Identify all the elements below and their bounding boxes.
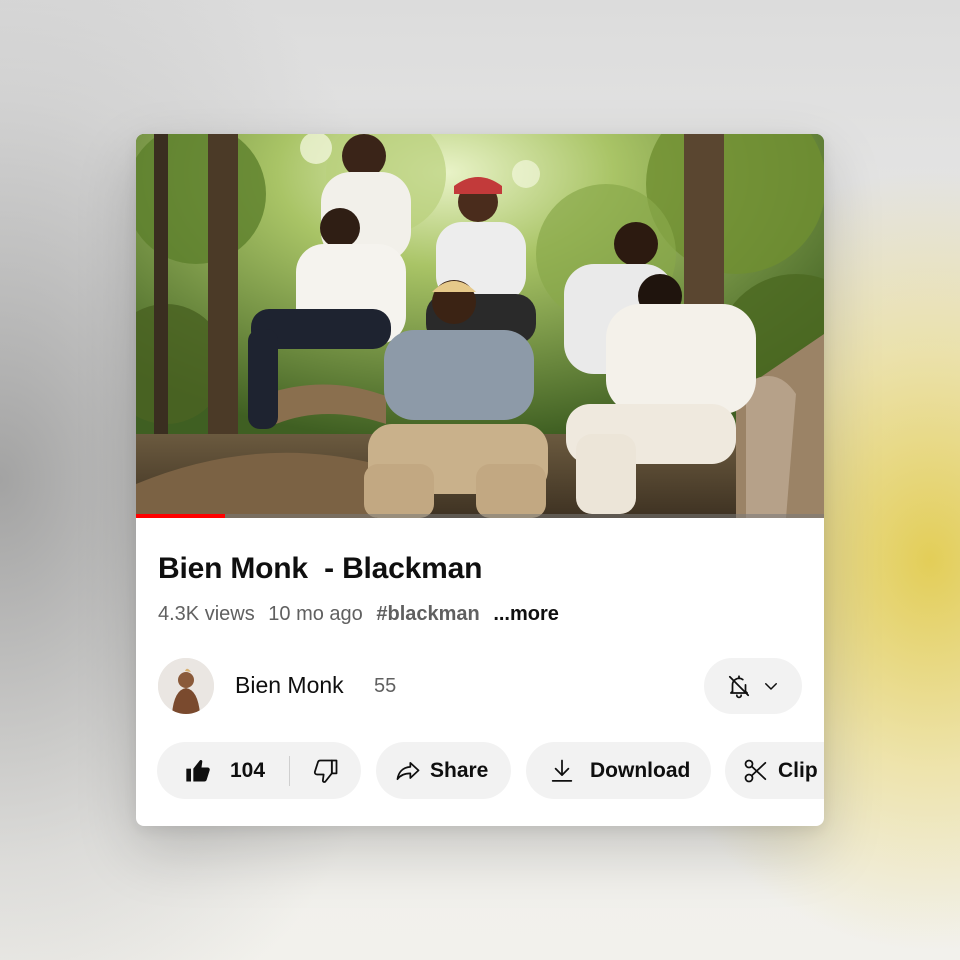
like-dislike-group: 104 [157, 742, 361, 799]
clip-label: Clip [778, 758, 818, 782]
download-icon [548, 757, 576, 785]
video-player[interactable] [136, 134, 824, 518]
hashtag-link[interactable]: #blackman [376, 603, 479, 625]
video-card: Bien Monk - Blackman 4.3K views 10 mo ag… [136, 134, 824, 826]
view-count: 4.3K views [158, 603, 255, 625]
channel-name[interactable]: Bien Monk [235, 672, 344, 699]
thumbs-up-icon [184, 757, 212, 785]
clip-button[interactable]: Clip [725, 742, 824, 799]
subscriber-count: 55 [374, 675, 397, 697]
like-count: 104 [230, 758, 266, 782]
thumbs-down-icon [312, 757, 340, 785]
download-label: Download [590, 758, 691, 782]
share-label: Share [430, 758, 489, 782]
dislike-button[interactable] [290, 742, 361, 799]
more-description-link[interactable]: ...more [493, 603, 559, 625]
video-thumbnail [136, 134, 824, 518]
video-title: Bien Monk - Blackman [158, 552, 483, 585]
channel-avatar[interactable] [158, 658, 214, 714]
chevron-down-icon [762, 677, 780, 695]
scissors-icon [742, 757, 770, 785]
progress-bar-fill [136, 514, 226, 518]
share-icon [394, 757, 422, 785]
like-button[interactable]: 104 [157, 742, 289, 799]
notifications-button[interactable] [704, 658, 802, 714]
download-button[interactable]: Download [526, 742, 711, 799]
upload-age: 10 mo ago [268, 603, 363, 625]
avatar-image [158, 658, 214, 714]
video-meta: 4.3K views 10 mo ago #blackman ...more [158, 603, 567, 626]
share-button[interactable]: Share [376, 742, 511, 799]
bell-off-icon [726, 673, 752, 699]
progress-bar[interactable] [136, 514, 824, 518]
